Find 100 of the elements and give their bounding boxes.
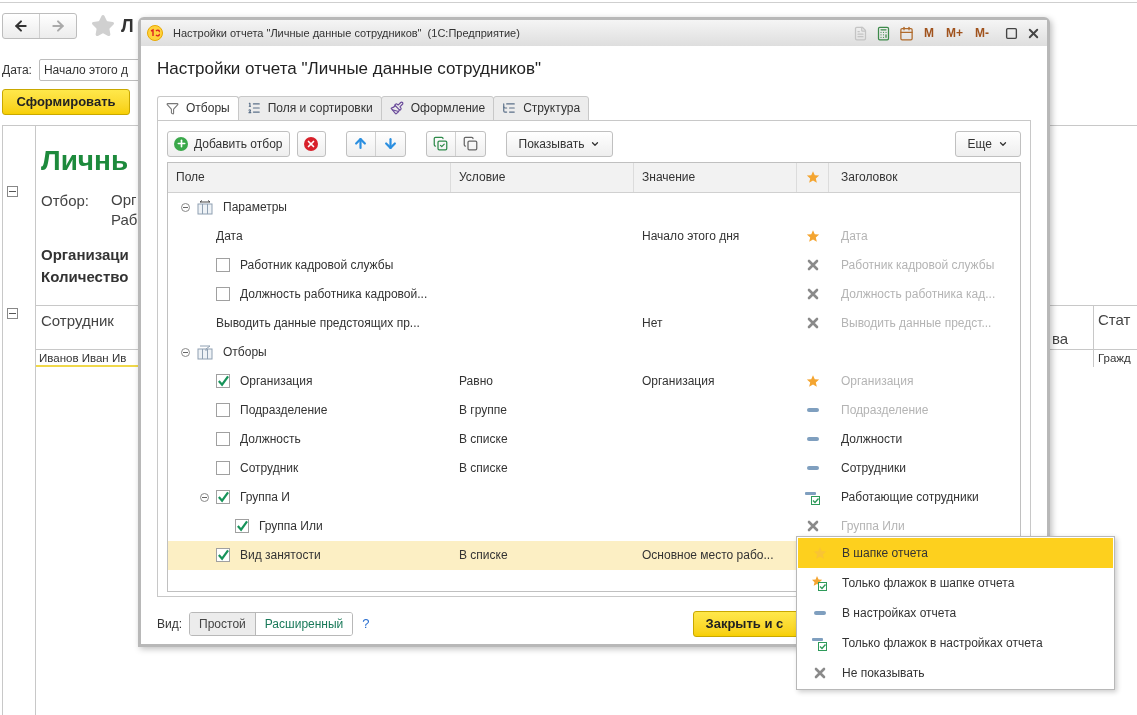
header-text: Сотрудники bbox=[841, 461, 906, 475]
menu-item[interactable]: Не показывать bbox=[798, 658, 1113, 688]
filter-text: Орг bbox=[111, 190, 138, 210]
column-header: Значение bbox=[634, 162, 797, 192]
view-option[interactable]: Простой bbox=[190, 612, 255, 635]
dash-icon bbox=[807, 466, 819, 470]
field-name: Выводить данные предстоящих пр... bbox=[216, 315, 420, 332]
condition-text: В списке bbox=[459, 461, 508, 475]
table-row[interactable]: Группа И Работающие сотрудники bbox=[168, 482, 1020, 512]
checkbox[interactable] bbox=[216, 461, 230, 475]
add-icon bbox=[174, 136, 188, 151]
view-option[interactable]: Расширенный bbox=[254, 612, 353, 635]
maximize-icon[interactable] bbox=[1005, 26, 1018, 40]
checkbox[interactable] bbox=[216, 432, 230, 446]
table-row[interactable]: Группа Или Группа Или bbox=[168, 511, 1020, 541]
header-text: Организация bbox=[841, 374, 914, 388]
tab[interactable]: Структура bbox=[493, 95, 590, 121]
add-filter-button[interactable]: Добавить отбор bbox=[167, 130, 290, 157]
field-name: Параметры bbox=[223, 199, 287, 216]
field-name: Вид занятости bbox=[240, 547, 321, 564]
collapse-icon[interactable] bbox=[7, 186, 18, 197]
calendar-icon[interactable] bbox=[899, 25, 914, 41]
more-dropdown[interactable]: Еще bbox=[954, 130, 1021, 157]
column-header: Сотрудник bbox=[41, 312, 114, 329]
table-row[interactable]: Организация Равно Организация Организация bbox=[168, 366, 1020, 396]
table-row[interactable]: Подразделение В группе Подразделение bbox=[168, 395, 1020, 425]
field-name: Группа Или bbox=[259, 518, 323, 535]
generate-button[interactable]: Сформировать bbox=[2, 89, 130, 115]
checkbox[interactable] bbox=[216, 258, 230, 272]
field-name: Дата bbox=[216, 228, 243, 245]
menu-item[interactable]: Только флажок в шапке отчета bbox=[798, 568, 1113, 598]
table-row[interactable]: Выводить данные предстоящих пр... Нет Выводить данные предст... bbox=[168, 308, 1020, 338]
table-row[interactable]: Параметры bbox=[168, 192, 1020, 222]
memory-button[interactable]: M- bbox=[973, 24, 991, 42]
menu-item[interactable]: В шапке отчета bbox=[798, 538, 1113, 568]
table-row[interactable]: Должность В списке Должности bbox=[168, 424, 1020, 454]
checkbox[interactable] bbox=[216, 548, 230, 562]
table-row[interactable]: Сотрудник В списке Сотрудники bbox=[168, 453, 1020, 483]
dash-icon bbox=[807, 437, 819, 441]
condition-text: Равно bbox=[459, 374, 493, 388]
star-icon bbox=[805, 170, 820, 184]
value-text: Нет bbox=[642, 316, 663, 330]
checkbox[interactable] bbox=[216, 287, 230, 301]
window-title: Настройки отчета "Личные данные сотрудников" (1С:Предприятие) bbox=[173, 25, 520, 41]
column-header: Поле bbox=[168, 162, 451, 192]
dash-checkbox-icon bbox=[812, 635, 828, 651]
memory-button[interactable]: M bbox=[922, 24, 936, 42]
cross-icon bbox=[807, 288, 819, 300]
memory-button[interactable]: M+ bbox=[944, 24, 965, 42]
field-name: Работник кадровой службы bbox=[240, 257, 394, 274]
copies-icon bbox=[462, 136, 478, 151]
field-name: Организация bbox=[240, 373, 313, 390]
checkbox[interactable] bbox=[235, 519, 249, 533]
summary-text: Организаци bbox=[41, 245, 129, 265]
field-name: Должность работника кадровой... bbox=[240, 286, 428, 303]
page-title: Л bbox=[121, 14, 134, 38]
header-text: Подразделение bbox=[841, 403, 929, 417]
delete-icon bbox=[304, 136, 318, 151]
value-text: Основное место рабо... bbox=[642, 548, 774, 562]
show-dropdown[interactable]: Показывать bbox=[505, 130, 614, 157]
tab[interactable]: Отборы bbox=[157, 95, 239, 121]
tab[interactable]: Оформление bbox=[380, 95, 495, 121]
value-text: Организация bbox=[642, 374, 715, 388]
header-text: Должности bbox=[841, 432, 903, 446]
star-icon bbox=[806, 229, 820, 243]
header-text: Дата bbox=[841, 229, 868, 243]
column-header: Условие bbox=[451, 162, 634, 192]
delete-button[interactable] bbox=[296, 130, 326, 157]
filter-icon bbox=[166, 101, 179, 115]
header-text: Группа Или bbox=[841, 519, 905, 533]
dash-checkbox-icon bbox=[805, 489, 821, 505]
tab[interactable]: Поля и сортировки bbox=[237, 95, 382, 121]
field-name: Группа И bbox=[240, 489, 290, 506]
table-row[interactable]: Работник кадровой службы Работник кадровой службы bbox=[168, 250, 1020, 280]
filter-label: Отбор: bbox=[41, 191, 90, 211]
calculator-icon[interactable] bbox=[876, 25, 891, 41]
field-name: Сотрудник bbox=[240, 460, 299, 477]
column-header: Стат bbox=[1093, 306, 1137, 349]
filter-group-icon bbox=[197, 344, 213, 360]
header-text: Выводить данные предст... bbox=[841, 316, 992, 330]
parameters-icon bbox=[197, 199, 213, 215]
cross-icon bbox=[814, 667, 826, 679]
table-row[interactable]: Отборы bbox=[168, 337, 1020, 367]
help-link[interactable]: ? bbox=[362, 613, 370, 634]
table-row[interactable]: Дата Начало этого дня Дата bbox=[168, 221, 1020, 251]
column-header: ва bbox=[1052, 329, 1070, 349]
filter-text: Раб bbox=[111, 210, 138, 230]
checkbox[interactable] bbox=[216, 374, 230, 388]
collapse-icon[interactable] bbox=[7, 308, 18, 319]
down-arrow-icon bbox=[382, 136, 398, 151]
header-text: Должность работника кад... bbox=[841, 287, 996, 301]
checkbox[interactable] bbox=[216, 403, 230, 417]
dash-icon bbox=[807, 408, 819, 412]
dash-icon bbox=[814, 611, 826, 615]
favorite-star-icon[interactable] bbox=[91, 14, 115, 38]
table-row[interactable]: Должность работника кадровой... Должность работника кад... bbox=[168, 279, 1020, 309]
checkbox[interactable] bbox=[216, 490, 230, 504]
condition-text: В списке bbox=[459, 548, 508, 562]
star-icon bbox=[806, 374, 820, 388]
header-text: Работник кадровой службы bbox=[841, 258, 995, 272]
